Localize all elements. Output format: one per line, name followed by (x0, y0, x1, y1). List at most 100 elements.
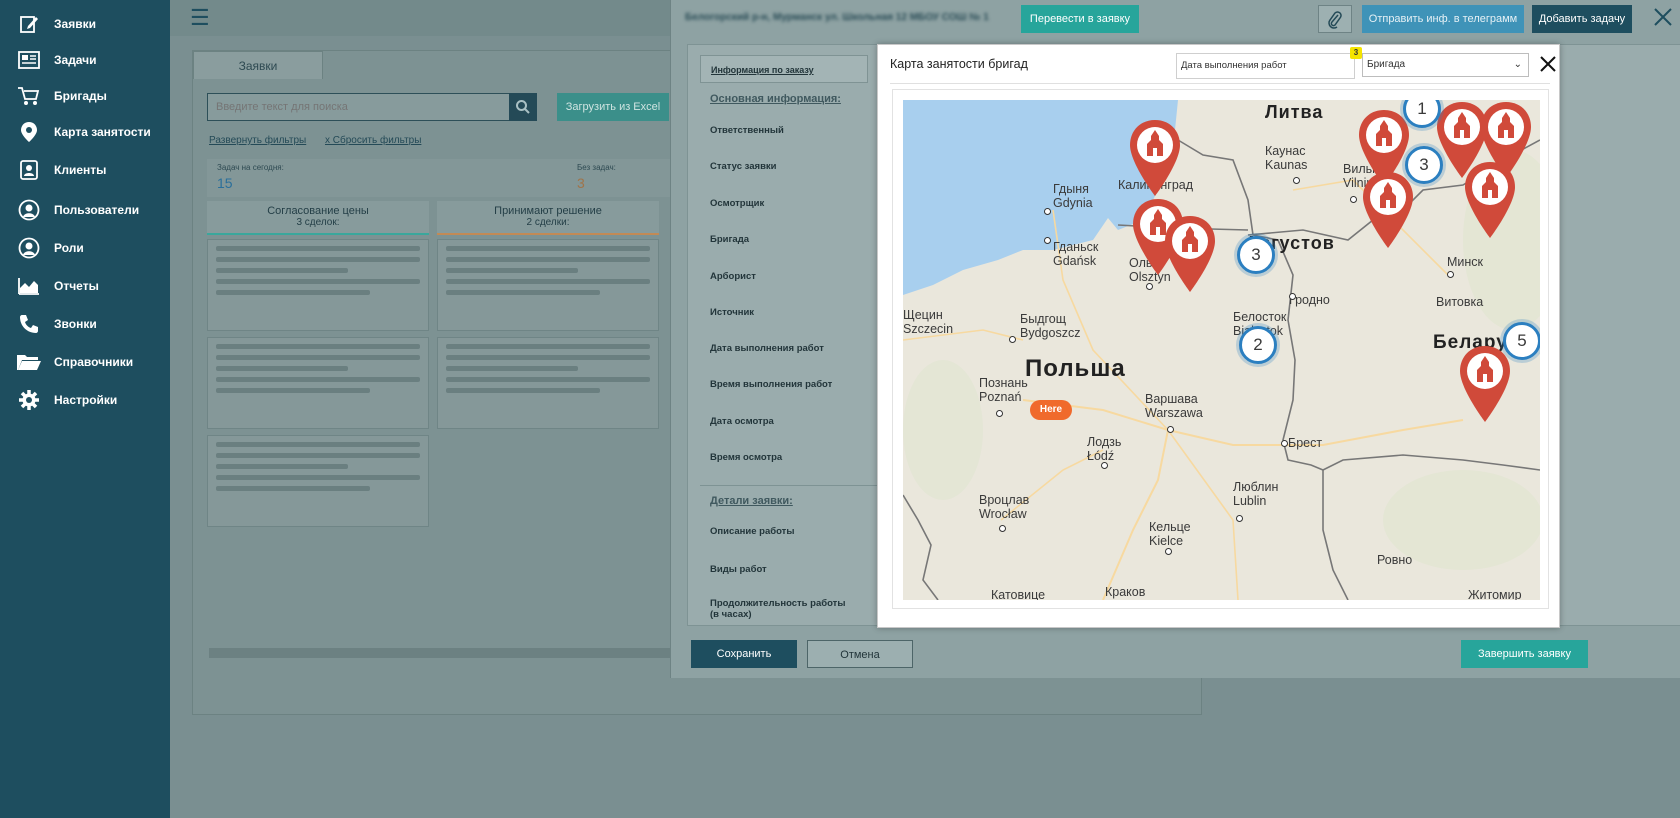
city-dot (996, 410, 1003, 417)
city-dot (1009, 336, 1016, 343)
deal-card[interactable] (207, 337, 429, 429)
cluster-marker[interactable]: 5 (1503, 322, 1540, 360)
map-label-katowice: Катовице (991, 588, 1046, 600)
deal-card[interactable] (437, 239, 659, 331)
occupancy-map[interactable]: Литва Польша Беларусь Августов Каунас Kaunas… (903, 100, 1540, 600)
map-frame: Литва Польша Беларусь Августов Каунас Kaunas… (892, 89, 1549, 609)
field-label: Дата осмотра (710, 416, 774, 427)
map-label-poland: Польша (1025, 355, 1126, 382)
brigade-marker[interactable] (1479, 100, 1533, 183)
sidebar-item[interactable]: Карта занятости (0, 112, 170, 152)
save-button[interactable]: Сохранить (691, 640, 797, 668)
paperclip-icon (1328, 11, 1342, 29)
deal-card[interactable] (437, 337, 659, 429)
brigade-marker[interactable] (1163, 214, 1217, 297)
city-dot (1167, 426, 1174, 433)
field-label: Статус заявки (710, 161, 777, 172)
folder-icon (16, 349, 42, 375)
today-value: 15 (217, 175, 233, 191)
cluster-marker[interactable]: 3 (1237, 236, 1275, 274)
order-address-title: Белогорский р-н, Мурманск ул. Школьная 1… (685, 12, 989, 23)
section-divider (700, 485, 886, 486)
map-label-lublin: Люблин Lublin (1233, 480, 1279, 508)
brigade-marker[interactable] (1458, 344, 1512, 427)
search-input[interactable] (208, 94, 508, 120)
city-dot (999, 525, 1006, 532)
map-label-lodz: Лодзь Łódź (1087, 435, 1122, 463)
no-tasks-value: 3 (577, 175, 585, 191)
modal-title: Карта занятости бригад (890, 57, 1028, 71)
add-task-button[interactable]: Добавить задачу (1532, 5, 1632, 33)
phone-icon (16, 311, 42, 337)
finish-request-button[interactable]: Завершить заявку (1461, 640, 1588, 668)
send-telegram-button[interactable]: Отправить инф. в телеграмм (1362, 5, 1524, 33)
attach-button[interactable] (1318, 5, 1352, 33)
map-label-szczecin: Щецин Szczecin (903, 308, 954, 336)
close-modal-icon[interactable] (1537, 53, 1559, 75)
gear-icon (16, 387, 42, 413)
sidebar-item[interactable]: Звонки (0, 304, 170, 344)
modal-divider (890, 83, 1550, 84)
sidebar-item-label: Карта занятости (54, 125, 151, 139)
map-label-kielce: Кельце Kielce (1149, 520, 1191, 548)
expand-filters-link[interactable]: Развернуть фильтры (209, 135, 306, 146)
reset-filters-link[interactable]: х Сбросить фильтры (325, 135, 421, 146)
field-label: Время выполнения работ (710, 379, 833, 390)
cluster-marker[interactable]: 3 (1405, 146, 1443, 184)
city-dot (1146, 283, 1153, 290)
city-dot (1281, 440, 1288, 447)
sidebar-item-label: Отчеты (54, 279, 99, 293)
sidebar-item[interactable]: Отчеты (0, 266, 170, 306)
sidebar-item-label: Клиенты (54, 163, 107, 177)
city-dot (1236, 515, 1243, 522)
map-label-bydgoszcz: Быдгощ Bydgoszcz (1020, 312, 1081, 340)
brigade-marker[interactable] (1128, 118, 1182, 201)
cluster-marker[interactable]: 2 (1239, 326, 1277, 364)
here-marker[interactable]: Here (1030, 400, 1072, 420)
work-date-input[interactable]: Дата выполнения работ (1176, 53, 1355, 79)
brigade-marker[interactable] (1361, 170, 1415, 253)
field-label: Источник (710, 307, 755, 318)
section-details: Детали заявки: (710, 495, 793, 507)
map-label-brest: Брест (1288, 436, 1323, 450)
sidebar-item[interactable]: Заявки (0, 4, 170, 44)
tab-order-info[interactable]: Информация по заказу (700, 55, 868, 83)
deal-card[interactable] (207, 239, 429, 331)
sidebar-item-label: Пользователи (54, 203, 140, 217)
field-label: Виды работ (710, 564, 767, 575)
sidebar-item[interactable]: Задачи (0, 40, 170, 80)
city-dot (1447, 271, 1454, 278)
count-badge: 3 (1350, 47, 1362, 59)
map-label-poznan: Познань Poznań (979, 376, 1028, 404)
map-label-kaunas: Каунас Kaunas (1265, 144, 1308, 172)
edit-icon (16, 11, 42, 37)
search-icon (516, 100, 530, 114)
sidebar-item[interactable]: Бригады (0, 76, 170, 116)
city-dot (1350, 196, 1357, 203)
map-label-wroclaw: Вроцлав Wrocław (979, 493, 1030, 521)
brigade-select[interactable]: Бригада ⌄ (1362, 53, 1529, 77)
side-panel-header: Белогорский р-н, Мурманск ул. Школьная 1… (671, 0, 1680, 36)
area-chart-icon (16, 273, 42, 299)
sidebar-item[interactable]: Настройки (0, 380, 170, 420)
city-dot (1293, 177, 1300, 184)
transfer-to-request-button[interactable]: Перевести в заявку (1021, 5, 1139, 33)
upload-excel-button[interactable]: Загрузить из Excel (557, 93, 669, 121)
hamburger-menu-icon[interactable]: ☰ (190, 7, 210, 29)
tab-requests[interactable]: Заявки (193, 51, 323, 79)
map-pin-icon (16, 119, 42, 145)
sidebar-item[interactable]: Пользователи (0, 190, 170, 230)
search-button[interactable] (509, 93, 537, 121)
sidebar-item[interactable]: Роли (0, 228, 170, 268)
close-panel-icon[interactable] (1652, 6, 1674, 28)
field-label: Бригада (710, 234, 750, 245)
sidebar-item[interactable]: Клиенты (0, 150, 170, 190)
map-label-rovno: Ровно (1377, 553, 1413, 567)
cancel-button[interactable]: Отмена (807, 640, 913, 668)
map-label-zhytomyr: Житомир (1468, 588, 1522, 600)
field-label: Ответственный (710, 125, 784, 136)
filter-links: Развернуть фильтры х Сбросить фильтры (209, 135, 437, 146)
deal-card[interactable] (207, 435, 429, 527)
sidebar-item[interactable]: Справочники (0, 342, 170, 382)
sidebar-item-label: Бригады (54, 89, 107, 103)
